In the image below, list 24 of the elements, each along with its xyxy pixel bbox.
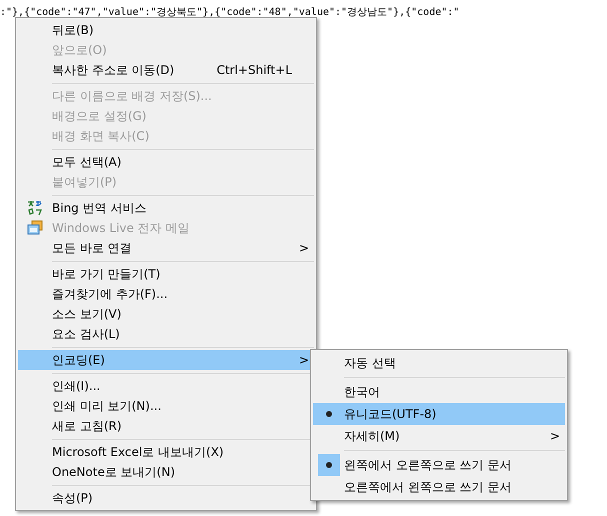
menu-item[interactable]: 왼쪽에서 오른쪽으로 쓰기 문서	[313, 454, 565, 476]
menu-item[interactable]: 한국어	[313, 381, 565, 403]
menu-item[interactable]: 자동 선택	[313, 352, 565, 374]
menu-item[interactable]: 모든 바로 연결 >	[18, 238, 314, 258]
page-text: :"},{"code":"47","value":"경상북도"},{"code":"48","value":"경상남도"},{"code":"	[0, 7, 460, 19]
menu-item[interactable]: 즐겨찾기에 추가(F)...	[18, 284, 314, 304]
menu-item[interactable]: 유니코드(UTF-8)	[313, 403, 565, 425]
menu-item[interactable]: Microsoft Excel로 내보내기(X)	[18, 442, 314, 462]
menu-item[interactable]: 자세히(M) >	[313, 425, 565, 447]
menu-item[interactable]: 모두 선택(A)	[18, 152, 314, 172]
menu-item[interactable]: OneNote로 보내기(N)	[18, 462, 314, 482]
menu-item[interactable]: Bing 번역 서비스	[18, 198, 314, 218]
menu-item[interactable]: 새로 고침(R)	[18, 416, 314, 436]
menu-item[interactable]: 오른쪽에서 왼쪽으로 쓰기 문서	[313, 476, 565, 498]
menu-item[interactable]: 소스 보기(V)	[18, 304, 314, 324]
window-stack-icon	[27, 220, 43, 236]
menu-item[interactable]: 속성(P)	[18, 488, 314, 508]
translate-icon	[27, 200, 43, 216]
menu-item[interactable]: 복사한 주소로 이동(D) Ctrl+Shift+L	[18, 60, 314, 80]
menu-item[interactable]: 바로 가기 만들기(T)	[18, 264, 314, 284]
menu-item[interactable]: 인쇄(I)...	[18, 376, 314, 396]
menu-item[interactable]: 요소 검사(L)	[18, 324, 314, 344]
menu-item[interactable]: 뒤로(B)	[18, 20, 314, 40]
menu-item[interactable]: 인쇄 미리 보기(N)...	[18, 396, 314, 416]
